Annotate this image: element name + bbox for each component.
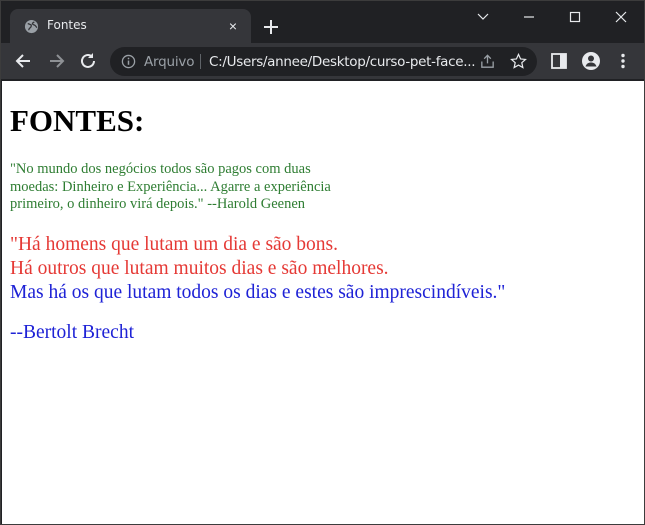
browser-toolbar: Arquivo C:/Users/annee/Desktop/curso-pet… [1,43,644,80]
address-separator [200,54,201,69]
quote-brecht-line-1: "Há homens que lutam um dia e são bons. [10,234,339,255]
kebab-menu-icon[interactable] [613,51,633,71]
star-icon[interactable] [510,52,527,70]
quote-brecht: "Há homens que lutam um dia e são bons. … [10,233,630,305]
maximize-icon[interactable] [552,1,598,33]
quote-brecht-line-2: Há outros que lutam muitos dias e são me… [10,258,389,279]
minimize-icon[interactable] [506,1,552,33]
page-content: FONTES: "No mundo dos negócios todos são… [2,81,644,524]
browser-window: Fontes × Arquivo C:/Users/annee/Desktop/… [0,0,645,525]
address-bar[interactable]: Arquivo C:/Users/annee/Desktop/curso-pet… [110,47,537,76]
url-text[interactable]: C:/Users/annee/Desktop/curso-pet-face... [209,54,476,70]
page-heading: FONTES: [10,103,145,138]
quote-author: --Bertolt Brecht [10,322,134,343]
close-window-icon[interactable] [598,1,644,33]
profile-icon[interactable] [581,51,601,71]
side-panel-icon[interactable] [549,51,569,71]
tab-search-chevron-icon[interactable] [460,1,506,33]
new-tab-icon[interactable] [260,16,282,38]
reload-button[interactable] [78,51,98,71]
tab-strip: Fontes × [1,1,644,43]
tab-fontes[interactable]: Fontes × [10,9,251,43]
quote-geenen: "No mundo dos negócios todos são pagos c… [10,161,331,212]
tab-title: Fontes [47,18,87,32]
globe-icon [24,19,39,34]
back-button[interactable] [14,51,34,71]
quote-brecht-line-3: Mas há os que lutam todos os dias e este… [10,282,506,303]
info-icon[interactable] [121,54,136,69]
forward-button[interactable] [46,51,66,71]
share-icon[interactable] [479,53,496,70]
site-info-label: Arquivo [144,54,195,70]
close-tab-icon[interactable]: × [226,19,240,33]
